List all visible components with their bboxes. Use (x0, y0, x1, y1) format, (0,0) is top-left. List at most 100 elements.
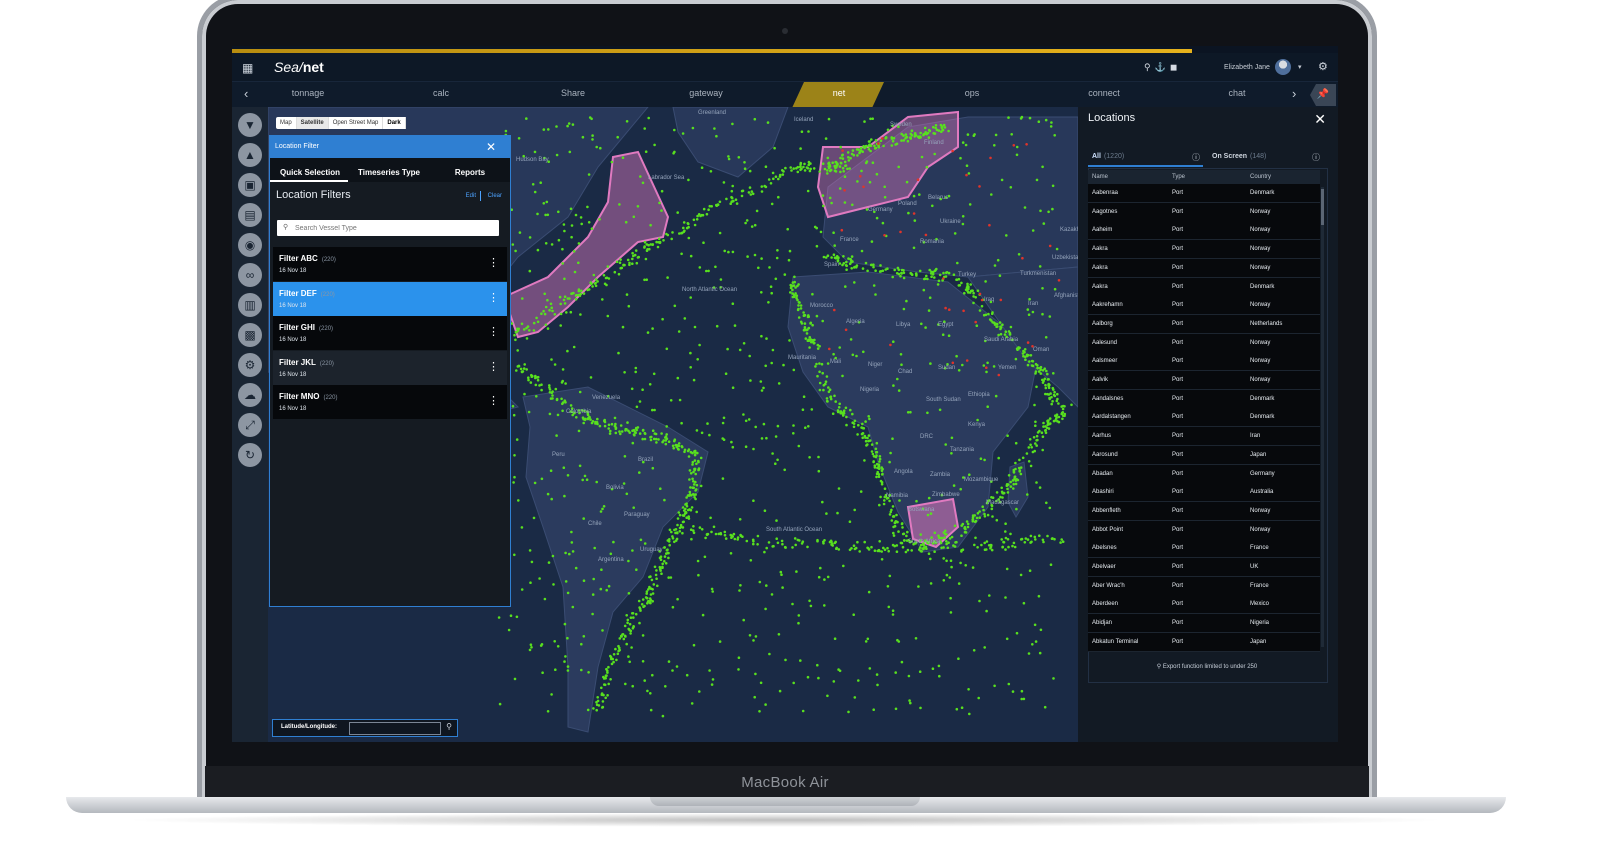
lat-lon-input[interactable] (349, 722, 441, 735)
table-row[interactable]: Aandalsnes Port Denmark (1088, 389, 1320, 409)
info-icon[interactable]: ⓘ (1312, 152, 1320, 163)
app-logo[interactable]: Sea/net (274, 59, 324, 75)
grid-icon[interactable]: ▦ (242, 61, 253, 75)
chevron-right-icon[interactable]: › (1292, 86, 1296, 101)
filter-date: 16 Nov 18 (279, 302, 307, 309)
clear-link[interactable]: Clear (488, 193, 502, 199)
cell-country: Denmark (1250, 190, 1275, 196)
vessel-tool-icon[interactable]: ▲ (238, 143, 262, 167)
kebab-icon[interactable]: ⋮ (488, 256, 499, 269)
cell-type: Port (1172, 339, 1184, 346)
table-row[interactable]: Aberdeen Port Mexico (1088, 595, 1320, 615)
globe-tool-icon[interactable]: ◉ (238, 233, 262, 257)
filter-row[interactable]: Filter GHI (220) 16 Nov 18 ⋮ (273, 316, 507, 350)
filter-row[interactable]: Filter JKL (220) 16 Nov 18 ⋮ (273, 350, 507, 385)
close-icon[interactable]: ✕ (1314, 111, 1326, 128)
scrollbar[interactable] (1321, 187, 1324, 647)
cell-country: Denmark (1250, 395, 1275, 402)
map-label: South Atlantic Ocean (766, 527, 823, 533)
cell-country: Norway (1250, 264, 1271, 271)
table-row[interactable]: Aabenraa Port Denmark (1088, 184, 1320, 203)
table-row[interactable]: Aaheim Port Norway (1088, 221, 1320, 241)
location-pin-icon[interactable]: ⚲ (446, 722, 452, 731)
filter-row[interactable]: Filter DEF (220) 16 Nov 18 ⋮ (273, 281, 507, 316)
settings-icon[interactable]: ⚙ (1318, 60, 1328, 73)
cell-type: Port (1172, 190, 1184, 196)
table-row[interactable]: Abelsnes Port France (1088, 539, 1320, 559)
table-row[interactable]: Abashiri Port Australia (1088, 483, 1320, 503)
filter-row[interactable]: Filter ABC (220) 16 Nov 18 ⋮ (273, 247, 507, 281)
col-type[interactable]: Type (1172, 174, 1185, 180)
tab-reports[interactable]: Reports (455, 168, 485, 177)
cell-name: Aagotnes (1092, 208, 1118, 215)
table-row[interactable]: Abadan Port Germany (1088, 464, 1320, 484)
nav-tab-calc[interactable]: calc (433, 88, 449, 98)
location-pin-icon[interactable]: ⚲ (1144, 62, 1155, 72)
tab-quick-selection[interactable]: Quick Selection (280, 168, 340, 177)
kebab-icon[interactable]: ⋮ (488, 291, 499, 304)
info-icon[interactable]: ⓘ (1192, 152, 1200, 163)
chart-tool-icon[interactable]: ▥ (238, 293, 262, 317)
table-row[interactable]: Aalsmeer Port Norway (1088, 352, 1320, 372)
nav-tab-chat[interactable]: chat (1228, 88, 1245, 98)
table-row[interactable]: Aarhus Port Iran (1088, 427, 1320, 447)
close-icon[interactable]: ✕ (486, 140, 496, 154)
chevron-down-icon[interactable]: ▾ (1298, 63, 1302, 71)
user-name[interactable]: Elizabeth Jane (1224, 64, 1270, 71)
pin-icon[interactable]: 📌 (1310, 84, 1336, 106)
nav-tab-Share[interactable]: Share (561, 88, 585, 98)
nav-tab-connect[interactable]: connect (1088, 88, 1120, 98)
map-tab-satellite[interactable]: Satellite (296, 117, 329, 129)
search-input[interactable] (295, 223, 495, 233)
kebab-icon[interactable]: ⋮ (488, 325, 499, 338)
contact-tool-icon[interactable]: ▩ (238, 323, 262, 347)
filter-tool-icon[interactable]: ▼ (238, 113, 262, 137)
table-row[interactable]: Abbot Point Port Norway (1088, 520, 1320, 540)
ship-icon[interactable]: ◼ (1170, 62, 1181, 72)
table-row[interactable]: Aalborg Port Netherlands (1088, 314, 1320, 334)
table-row[interactable]: Abkatun Terminal Port Japan (1088, 632, 1320, 652)
route-tool-icon[interactable]: ∞ (238, 263, 262, 287)
filter-row[interactable]: Filter MNO (220) 16 Nov 18 ⋮ (273, 385, 507, 419)
nav-tab-ops[interactable]: ops (965, 88, 980, 98)
table-row[interactable]: Aardalstangen Port Denmark (1088, 408, 1320, 428)
chevron-left-icon[interactable]: ‹ (244, 86, 248, 101)
edit-link[interactable]: Edit (466, 193, 476, 199)
tab-timeseries-type[interactable]: Timeseries Type (358, 168, 420, 177)
reset-tool-icon[interactable]: ↻ (238, 443, 262, 467)
table-row[interactable]: Aagotnes Port Norway (1088, 202, 1320, 222)
table-row[interactable]: Abidjan Port Nigeria (1088, 614, 1320, 634)
scrollbar-thumb[interactable] (1321, 189, 1324, 225)
map-label: Mauritania (788, 355, 817, 361)
gears-tool-icon[interactable]: ⚙ (238, 353, 262, 377)
cell-name: Aaheim (1092, 227, 1113, 234)
table-row[interactable]: Abbenfleth Port Norway (1088, 501, 1320, 521)
map-tab-dark[interactable]: Dark (383, 117, 406, 129)
table-row[interactable]: Aalvik Port Norway (1088, 371, 1320, 390)
map-tab-osm[interactable]: Open Street Map (329, 117, 384, 129)
kebab-icon[interactable]: ⋮ (488, 360, 499, 373)
map-tab-map[interactable]: Map (276, 117, 297, 129)
kebab-icon[interactable]: ⋮ (488, 394, 499, 407)
table-row[interactable]: Aarosund Port Japan (1088, 445, 1320, 465)
nav-tab-tonnage[interactable]: tonnage (292, 88, 325, 98)
table-row[interactable]: Aakra Port Denmark (1088, 277, 1320, 297)
avatar[interactable] (1275, 59, 1291, 75)
layers-tool-icon[interactable]: ▣ (238, 173, 262, 197)
tab-on-screen[interactable]: On Screen (148) (1212, 153, 1266, 160)
table-row[interactable]: Abelvaer Port UK (1088, 558, 1320, 577)
nav-tab-net[interactable]: net (833, 88, 846, 98)
table-row[interactable]: Aalesund Port Norway (1088, 333, 1320, 353)
col-name[interactable]: Name (1092, 174, 1108, 180)
table-row[interactable]: Aakrehamn Port Norway (1088, 296, 1320, 316)
table-row[interactable]: Aakra Port Norway (1088, 258, 1320, 278)
col-country[interactable]: Country (1250, 174, 1271, 180)
anchor-icon[interactable]: ⚓ (1155, 62, 1170, 72)
nav-tab-gateway[interactable]: gateway (689, 88, 723, 98)
table-row[interactable]: Aakra Port Norway (1088, 240, 1320, 260)
archive-tool-icon[interactable]: ▤ (238, 203, 262, 227)
tab-all[interactable]: All (1220) (1092, 153, 1124, 160)
expand-tool-icon[interactable]: ⤢ (238, 413, 262, 437)
cloud-tool-icon[interactable]: ☁ (238, 383, 262, 407)
table-row[interactable]: Aber Wrac'h Port France (1088, 576, 1320, 596)
